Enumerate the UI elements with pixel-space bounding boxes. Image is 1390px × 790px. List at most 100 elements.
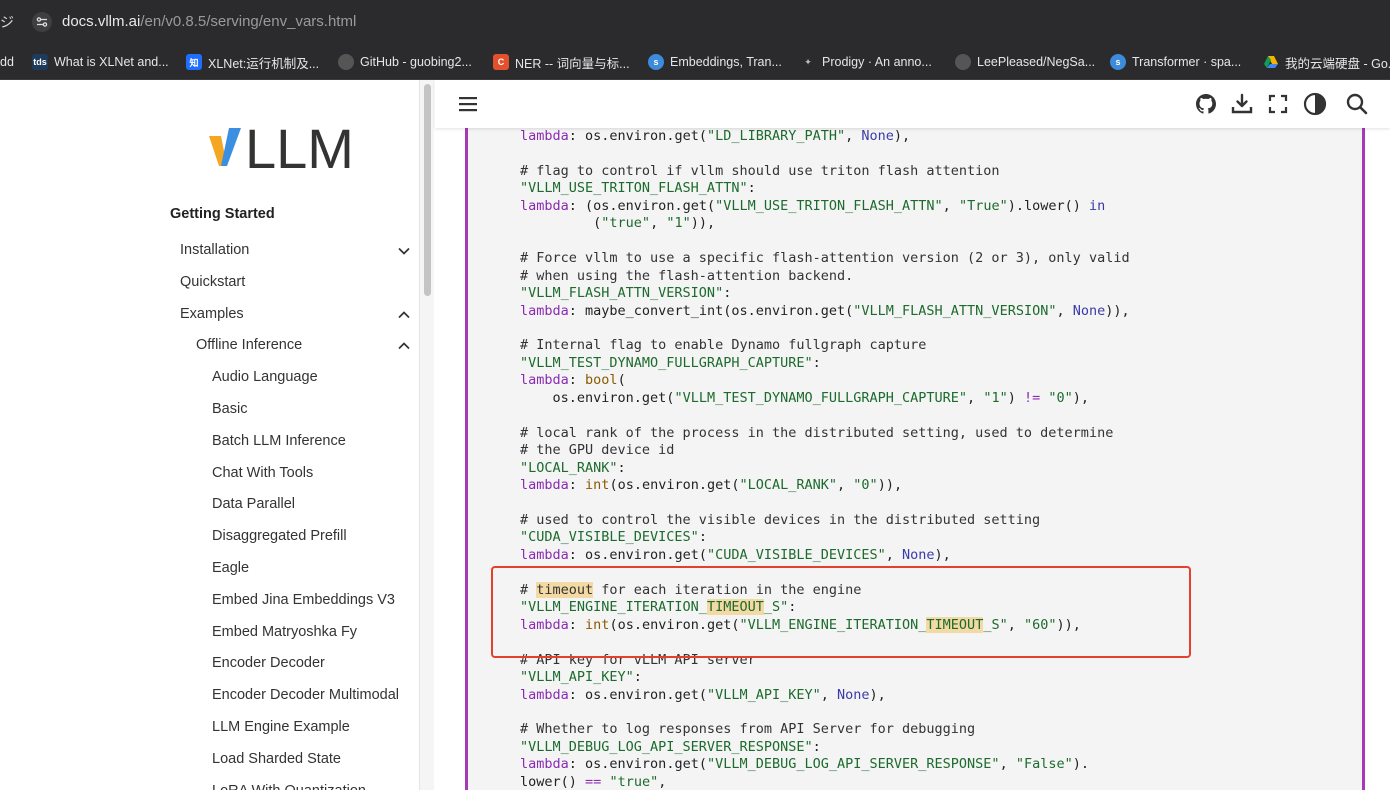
- code-token: ),: [869, 686, 886, 703]
- nav-item[interactable]: LLM Engine Example: [212, 719, 350, 735]
- code-token: : os.environ.get(: [568, 128, 707, 144]
- url-text[interactable]: docs.vllm.ai/en/v0.8.5/serving/env_vars.…: [62, 13, 356, 30]
- code-token: "0": [1048, 389, 1073, 406]
- code-line: # used to control the visible devices in…: [520, 512, 1130, 529]
- code-line: lambda: int(os.environ.get("LOCAL_RANK",…: [520, 477, 1130, 494]
- code-token: lambda: [520, 197, 569, 214]
- code-token: (: [520, 215, 602, 232]
- nav-item[interactable]: Basic: [212, 401, 247, 417]
- code-token: # flag to control if vllm should use tri…: [520, 162, 1000, 179]
- github-icon[interactable]: [1194, 92, 1218, 116]
- code-token: )),: [877, 477, 903, 494]
- back-glyph[interactable]: ジ: [0, 12, 14, 32]
- nav-item[interactable]: Encoder Decoder: [212, 655, 325, 671]
- code-line: "VLLM_TEST_DYNAMO_FULLGRAPH_CAPTURE":: [520, 355, 1130, 372]
- code-token: "LD_LIBRARY_PATH": [706, 128, 846, 144]
- fullscreen-icon[interactable]: [1266, 92, 1290, 116]
- bookmark-item[interactable]: ✦ Prodigy · An anno...: [800, 52, 932, 72]
- site-settings-icon[interactable]: [32, 12, 52, 32]
- code-token: : os.environ.get(: [568, 756, 707, 773]
- code-line: "VLLM_USE_TRITON_FLASH_ATTN":: [520, 180, 1130, 197]
- chevron-up-icon[interactable]: [397, 308, 411, 322]
- bookmark-item[interactable]: 知 XLNet:运行机制及...: [186, 52, 319, 72]
- nav-item[interactable]: Batch LLM Inference: [212, 433, 346, 449]
- bookmark-item[interactable]: C NER -- 词向量与标...: [493, 52, 630, 72]
- code-token: "False": [1015, 756, 1073, 773]
- code-token: # when using the flash-attention backend…: [520, 267, 854, 284]
- code-token: ,: [999, 756, 1016, 773]
- docs-header: [435, 80, 1390, 128]
- bookmark-item[interactable]: LeePleased/NegSa...: [955, 52, 1095, 72]
- code-token: ),: [893, 128, 911, 144]
- download-icon[interactable]: [1230, 92, 1254, 116]
- bookmark-item[interactable]: s Embeddings, Tran...: [648, 52, 782, 72]
- code-line: "VLLM_ENGINE_ITERATION_TIMEOUT_S":: [520, 599, 1130, 616]
- nav-item[interactable]: Data Parallel: [212, 496, 295, 512]
- nav-item[interactable]: Quickstart: [180, 274, 245, 290]
- code-token: : os.environ.get(: [568, 546, 707, 563]
- code-token: ,: [885, 546, 903, 563]
- bookmark-item[interactable]: tds What is XLNet and...: [32, 52, 169, 72]
- code-token: "true": [601, 215, 651, 232]
- code-token: "0": [853, 477, 878, 494]
- nav-item[interactable]: Chat With Tools: [212, 465, 313, 481]
- code-line: # the GPU device id: [520, 442, 1130, 459]
- github-icon: [338, 54, 354, 70]
- bookmark-item[interactable]: s Transformer · spa...: [1110, 52, 1241, 72]
- menu-icon[interactable]: [456, 92, 480, 116]
- code-line: # local rank of the process in the distr…: [520, 425, 1130, 442]
- chevron-down-icon[interactable]: [397, 244, 411, 258]
- code-line: ("true", "1")),: [520, 215, 1130, 232]
- nav-item[interactable]: Eagle: [212, 560, 249, 576]
- nav-item[interactable]: Examples: [180, 306, 244, 322]
- code-token: )),: [690, 215, 716, 232]
- code-token: # the GPU device id: [520, 442, 675, 459]
- code-token: os.environ.get(: [520, 389, 675, 406]
- code-token: "60": [1023, 616, 1057, 633]
- code-token: "True": [958, 197, 1008, 214]
- nav-item[interactable]: Load Sharded State: [212, 751, 341, 767]
- code-token: ,: [658, 773, 667, 790]
- code-token: ,: [837, 477, 854, 494]
- bookmark-label: NER -- 词向量与标...: [515, 56, 630, 71]
- bookmark-item[interactable]: GitHub - guobing2...: [338, 52, 472, 72]
- bookmark-item[interactable]: 我的云端硬盘 - Go...: [1263, 52, 1390, 72]
- search-icon[interactable]: [1345, 92, 1369, 116]
- code-token: None: [902, 546, 935, 563]
- code-token: "LOCAL_RANK": [739, 477, 838, 494]
- nav-item[interactable]: Offline Inference: [196, 337, 302, 353]
- bookmarks-bar: dd tds What is XLNet and... 知 XLNet:运行机制及...…: [0, 44, 1390, 80]
- code-token: :: [568, 477, 586, 494]
- code-token: :: [812, 354, 821, 371]
- code-token: ),: [1072, 389, 1090, 406]
- chevron-up-icon[interactable]: [397, 339, 411, 353]
- code-token: lambda: [520, 616, 569, 633]
- nav-item[interactable]: LoRA With Quantization: [212, 783, 366, 790]
- bookmark-item[interactable]: dd: [0, 52, 14, 72]
- code-token: :: [568, 372, 586, 389]
- code-line: lower() == "true",: [520, 774, 1130, 790]
- code-token: "1": [983, 389, 1008, 406]
- vllm-logo[interactable]: LLM: [207, 118, 367, 178]
- code-token: "VLLM_ENGINE_ITERATION_: [520, 599, 707, 616]
- sidebar-scrollbar-thumb[interactable]: [424, 84, 431, 296]
- theme-toggle-icon[interactable]: [1303, 92, 1327, 116]
- code-token: None: [1072, 302, 1106, 319]
- nav-item[interactable]: Embed Matryoshka Fy: [212, 624, 357, 640]
- nav-heading-getting-started[interactable]: Getting Started: [170, 206, 275, 222]
- nav-item[interactable]: Audio Language: [212, 369, 318, 385]
- code-token: "VLLM_DEBUG_LOG_API_SERVER_RESPONSE": [520, 738, 813, 755]
- nav-item[interactable]: Embed Jina Embeddings V3: [212, 592, 395, 608]
- nav-item[interactable]: Encoder Decoder Multimodal: [212, 687, 399, 703]
- search-highlight: TIMEOUT: [926, 616, 984, 633]
- code-token: ,: [820, 686, 838, 703]
- code-line: os.environ.get("VLLM_TEST_DYNAMO_FULLGRA…: [520, 390, 1130, 407]
- nav-item[interactable]: Disaggregated Prefill: [212, 528, 347, 544]
- nav-item[interactable]: Installation: [180, 242, 249, 258]
- code-token: ),: [934, 546, 951, 563]
- code-token: !=: [1023, 389, 1041, 406]
- code-token: "VLLM_USE_TRITON_FLASH_ATTN": [715, 197, 943, 214]
